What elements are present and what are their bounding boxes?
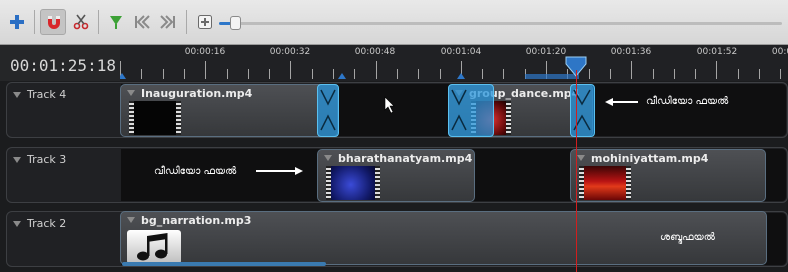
center-playhead-button[interactable] <box>192 9 218 35</box>
collapse-arrow-icon[interactable] <box>13 221 21 227</box>
video-thumbnail <box>129 101 181 135</box>
snap-button[interactable] <box>40 9 66 35</box>
next-marker-icon <box>160 15 175 29</box>
clip-marker-icon <box>457 73 465 79</box>
track-3-label: Track 3 <box>13 153 66 166</box>
collapse-arrow-icon[interactable] <box>13 157 21 163</box>
add-track-button[interactable] <box>4 9 30 35</box>
previous-marker-icon <box>135 15 150 29</box>
marker-icon <box>110 16 122 29</box>
razor-button[interactable] <box>68 9 94 35</box>
clip-inauguration[interactable]: Inauguration.mp4 <box>120 84 338 137</box>
audio-thumbnail <box>127 230 181 264</box>
track-3-annotation: വീഡിയോ ഫയൽ <box>154 166 237 177</box>
collapse-arrow-icon[interactable] <box>13 92 21 98</box>
clip-marker-icon <box>120 73 126 79</box>
time-ruler[interactable]: 00:00:16 00:00:32 00:00:48 00:01:04 00:0… <box>120 45 788 81</box>
playhead-line[interactable] <box>576 70 577 272</box>
video-thumbnail <box>579 166 631 200</box>
video-thumbnail <box>326 166 380 200</box>
clip-marker-icon <box>338 73 346 79</box>
music-note-icon <box>137 233 168 261</box>
horizontal-scrollbar[interactable] <box>122 262 326 266</box>
add-marker-button[interactable] <box>103 9 129 35</box>
previous-marker-button[interactable] <box>129 9 155 35</box>
track-4-annotation: വീഡിയോ ഫയൽ <box>646 96 729 107</box>
clip-menu-arrow-icon[interactable] <box>324 155 332 161</box>
clip-menu-arrow-icon[interactable] <box>127 217 135 223</box>
selected-transition[interactable] <box>448 84 494 137</box>
current-time-display: 00:01:25:18 <box>10 56 116 75</box>
zoom-slider-track[interactable] <box>234 22 782 25</box>
ruler-overlay <box>120 56 587 79</box>
selected-transition[interactable] <box>317 84 339 137</box>
clip-mohiniyattam[interactable]: mohiniyattam.mp4 <box>570 149 766 202</box>
selection-range-bar <box>525 74 579 79</box>
timeline-toolbar <box>0 0 788 45</box>
toolbar-separator <box>98 10 99 34</box>
clip-menu-arrow-icon[interactable] <box>127 90 135 96</box>
annotation-arrow-line <box>612 101 638 103</box>
annotation-arrow-icon <box>295 167 303 175</box>
toolbar-separator <box>34 10 35 34</box>
track-4-label: Track 4 <box>13 88 66 101</box>
center-playhead-icon <box>198 15 212 29</box>
next-marker-button[interactable] <box>155 9 181 35</box>
scissors-icon <box>73 14 89 30</box>
magnet-icon <box>48 16 60 29</box>
track-2-label: Track 2 <box>13 217 66 230</box>
selected-transition[interactable] <box>570 84 595 137</box>
plus-icon <box>10 15 24 29</box>
toolbar-separator <box>186 10 187 34</box>
clip-bharathanatyam[interactable]: bharathanatyam.mp4 <box>317 149 475 202</box>
clip-menu-arrow-icon[interactable] <box>577 155 585 161</box>
track-2-annotation: ശബ്ദഫയൽ <box>660 232 715 243</box>
zoom-slider-handle[interactable] <box>230 16 241 30</box>
annotation-arrow-line <box>256 170 296 172</box>
